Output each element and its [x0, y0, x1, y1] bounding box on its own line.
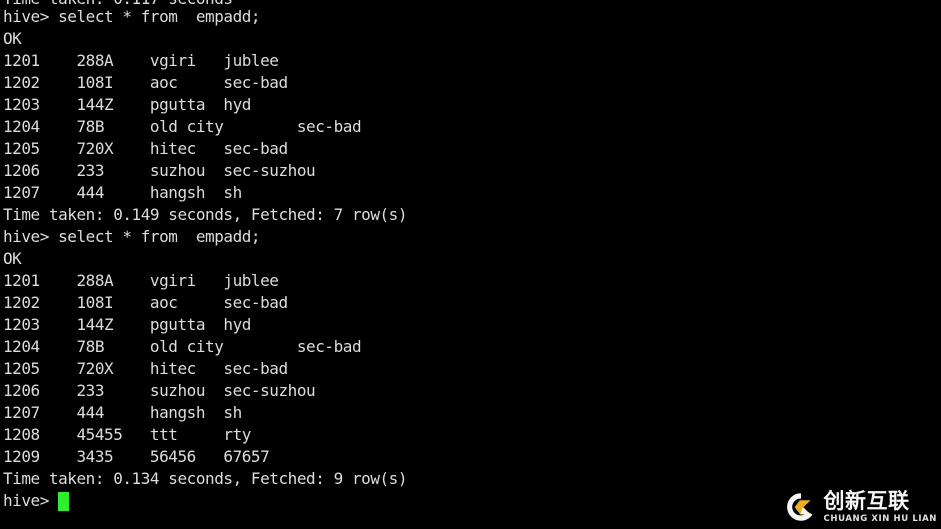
terminal-line-row: 1201 288A vgiri jublee — [3, 51, 279, 70]
terminal-line-row: 1207 444 hangsh sh — [3, 403, 242, 422]
terminal-line-command: hive> select * from empadd; — [3, 227, 261, 246]
terminal-line-row: 1203 144Z pgutta hyd — [3, 95, 251, 114]
terminal-line-summary: Time taken: 0.134 seconds, Fetched: 9 ro… — [3, 469, 408, 488]
shell-prompt: hive> — [3, 491, 59, 510]
terminal-line-row: 1207 444 hangsh sh — [3, 183, 242, 202]
terminal-line-row: 1203 144Z pgutta hyd — [3, 315, 251, 334]
terminal-line-row: 1202 108I aoc sec-bad — [3, 73, 288, 92]
terminal-line-row: 1208 45455 ttt rty — [3, 425, 251, 444]
terminal-line-summary: Time taken: 0.149 seconds, Fetched: 7 ro… — [3, 205, 408, 224]
terminal-line-row: 1205 720X hitec sec-bad — [3, 139, 288, 158]
terminal-line-status: OK — [3, 249, 22, 268]
terminal-line-row: 1202 108I aoc sec-bad — [3, 293, 288, 312]
terminal-prompt-line[interactable]: hive> — [3, 490, 938, 512]
terminal-line-row: 1201 288A vgiri jublee — [3, 271, 279, 290]
terminal-line-row: 1204 78B old city sec-bad — [3, 117, 362, 136]
text-cursor — [58, 491, 70, 511]
terminal-line-row: 1206 233 suzhou sec-suzhou — [3, 381, 316, 400]
terminal-window[interactable]: Time taken: 0.117 seconds hive> select *… — [0, 0, 941, 529]
terminal-screen: Time taken: 0.117 seconds hive> select *… — [3, 0, 938, 512]
terminal-line-row: 1204 78B old city sec-bad — [3, 337, 362, 356]
terminal-line-row: 1206 233 suzhou sec-suzhou — [3, 161, 316, 180]
brand-name-en: CHUANG XIN HU LIAN — [823, 513, 937, 524]
terminal-line-row: 1209 3435 56456 67657 — [3, 447, 270, 466]
terminal-line-row: 1205 720X hitec sec-bad — [3, 359, 288, 378]
terminal-line-command: hive> select * from empadd; — [3, 7, 261, 26]
terminal-line-status: OK — [3, 29, 22, 48]
